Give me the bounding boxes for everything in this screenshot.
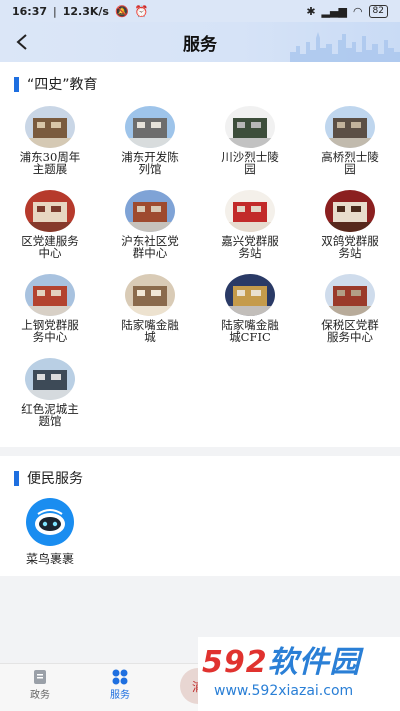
city-skyline-decoration [290, 32, 400, 62]
mute-icon: 🔕 [114, 4, 129, 18]
education-item-label: 陆家嘴金融城CFIC [221, 318, 279, 344]
alarm-icon: ⏰ [134, 4, 149, 18]
education-item[interactable]: 嘉兴党群服务站 [210, 190, 290, 259]
education-item-label: 浦东30周年主题展 [19, 150, 81, 176]
education-item-label: 沪东社区党群中心 [121, 234, 179, 260]
education-item[interactable]: 陆家嘴金融城CFIC [210, 274, 290, 343]
education-item[interactable]: 双鸽党群服务站 [310, 190, 390, 259]
museum-building-photo [125, 106, 175, 148]
watermark-number: 592 [202, 645, 268, 680]
status-bar: 16:37 | 12.3K/s 🔕 ⏰ ✱ ▂▄▆ ◠ 82 [0, 0, 400, 22]
education-item[interactable]: 浦东30周年主题展 [10, 106, 90, 175]
status-divider: | [53, 4, 57, 18]
education-item-label: 高桥烈士陵园 [321, 150, 379, 176]
tab-government[interactable]: 政务 [10, 668, 70, 701]
document-icon [34, 670, 46, 684]
service-item-cainiao[interactable]: 菜鸟裹裹 [10, 498, 90, 567]
education-item[interactable]: 区党建服务中心 [10, 190, 90, 259]
section-accent-bar [14, 470, 19, 486]
section-accent-bar [14, 76, 19, 92]
grid-icon [112, 669, 128, 685]
education-item[interactable]: 红色泥城主题馆 [10, 358, 90, 427]
back-button[interactable] [10, 30, 34, 54]
education-item-label: 嘉兴党群服务站 [221, 234, 279, 260]
theme-hall-photo [25, 358, 75, 400]
section-title: “四史”教育 [27, 77, 98, 93]
finance-hall-photo [125, 274, 175, 316]
education-item-label: 双鸽党群服务站 [321, 234, 379, 260]
battery-indicator: 82 [368, 4, 388, 18]
education-item[interactable]: 浦东开发陈列馆 [110, 106, 190, 175]
section-header: 便民服务 [14, 468, 83, 488]
education-item-label: 上钢党群服务中心 [21, 318, 79, 344]
site-watermark: 592软件园 www.592xiazai.com [198, 637, 400, 711]
exhibition-photo [25, 106, 75, 148]
tab-label: 服务 [110, 690, 130, 701]
signal-icon: ▂▄▆ [321, 4, 347, 18]
bluetooth-icon: ✱ [306, 4, 316, 18]
tab-label: 政务 [30, 690, 50, 701]
bonded-zone-photo [325, 274, 375, 316]
red-building-photo [25, 274, 75, 316]
cainiao-robot-icon [26, 498, 74, 546]
section-title: 便民服务 [27, 471, 83, 487]
watermark-url: www.592xiazai.com [214, 683, 354, 699]
memorial-gate-photo [225, 106, 275, 148]
chevron-left-icon [16, 34, 27, 50]
section-header: “四史”教育 [14, 74, 98, 94]
education-item[interactable]: 保税区党群服务中心 [310, 274, 390, 343]
status-time: 16:37 [12, 4, 48, 18]
education-item[interactable]: 陆家嘴金融城 [110, 274, 190, 343]
convenience-services-section: 便民服务 菜鸟裹裹 [0, 456, 400, 576]
education-item-label: 红色泥城主题馆 [21, 402, 79, 428]
education-item[interactable]: 高桥烈士陵园 [310, 106, 390, 175]
watermark-word: 软件园 [267, 645, 361, 680]
service-station-photo [225, 190, 275, 232]
education-item-label: 川沙烈士陵园 [221, 150, 279, 176]
education-item-label: 保税区党群服务中心 [321, 318, 379, 344]
community-center-photo [125, 190, 175, 232]
education-item[interactable]: 上钢党群服务中心 [10, 274, 90, 343]
service-label: 菜鸟裹裹 [25, 552, 74, 566]
education-item-label: 陆家嘴金融城 [121, 318, 179, 344]
education-item-label: 区党建服务中心 [21, 234, 79, 260]
watermark-brand-text: 592软件园 [202, 645, 361, 680]
education-item[interactable]: 沪东社区党群中心 [110, 190, 190, 259]
education-item-label: 浦东开发陈列馆 [121, 150, 179, 176]
page-title: 服务 [183, 34, 217, 55]
status-speed: 12.3K/s [62, 4, 109, 18]
service-hall-photo [325, 190, 375, 232]
watermark-brand: 592软件园 [202, 637, 361, 681]
education-item[interactable]: 川沙烈士陵园 [210, 106, 290, 175]
memorial-statue-photo [325, 106, 375, 148]
navigation-bar: 服务 [0, 22, 400, 62]
tab-services[interactable]: 服务 [90, 668, 150, 701]
conference-room-photo [225, 274, 275, 316]
history-education-section: “四史”教育 浦东30周年主题展 浦东开发陈列馆 川沙烈士陵园 高桥烈士陵园区党建服务… [0, 62, 400, 447]
party-center-photo [25, 190, 75, 232]
wifi-icon: ◠ [352, 4, 363, 18]
